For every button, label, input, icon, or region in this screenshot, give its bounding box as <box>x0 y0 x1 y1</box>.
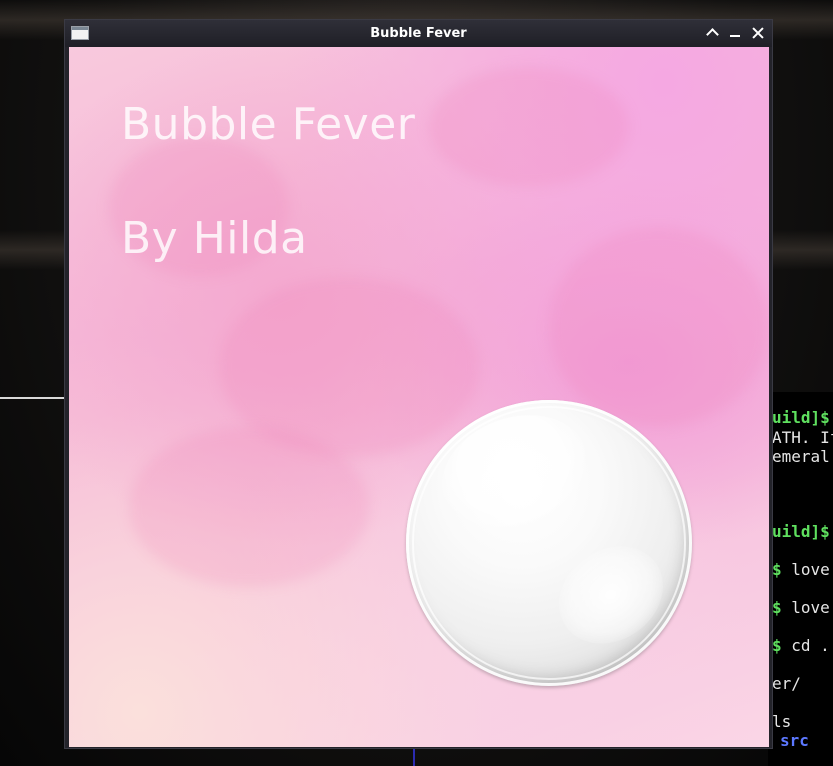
maximize-button[interactable] <box>703 24 721 42</box>
close-button[interactable] <box>749 24 767 42</box>
background-flower <box>129 427 369 587</box>
terminal-line: $ love <box>772 560 830 579</box>
chevron-up-icon <box>705 28 719 41</box>
desktop-background: uild]$ ATH. If emeral uild]$ $ love $ lo… <box>0 0 833 766</box>
terminal-prompt: $ <box>772 598 782 617</box>
bubble-rim <box>412 406 686 680</box>
background-flower <box>549 227 769 427</box>
terminal-line: er/ <box>772 674 801 693</box>
window-titlebar[interactable]: Bubble Fever <box>65 20 772 47</box>
terminal-line: emeral <box>772 447 830 466</box>
bubble[interactable] <box>406 395 692 686</box>
game-author: By Hilda <box>121 213 308 264</box>
terminal-window[interactable]: uild]$ ATH. If emeral uild]$ $ love $ lo… <box>768 392 833 766</box>
desktop-divider <box>0 397 64 399</box>
terminal-line: uild]$ <box>772 408 830 427</box>
game-canvas[interactable]: Bubble Fever By Hilda <box>69 47 769 747</box>
minimize-button[interactable] <box>726 24 744 42</box>
terminal-prompt: $ <box>772 636 782 655</box>
desktop-divider <box>413 748 415 766</box>
terminal-line: ls <box>772 712 792 731</box>
game-title: Bubble Fever <box>121 99 416 150</box>
terminal-line: $ love <box>772 598 830 617</box>
close-icon <box>752 27 764 39</box>
background-flower <box>429 67 629 187</box>
terminal-line: $ cd . <box>772 636 830 655</box>
terminal-line: uild]$ <box>772 522 830 541</box>
terminal-line: src <box>780 731 809 750</box>
terminal-line: ATH. If <box>772 428 833 447</box>
window-title: Bubble Fever <box>370 26 467 41</box>
game-window[interactable]: Bubble Fever Bubble Fever By Hilda <box>64 19 773 749</box>
minimize-icon <box>730 35 740 37</box>
terminal-prompt: $ <box>772 560 782 579</box>
